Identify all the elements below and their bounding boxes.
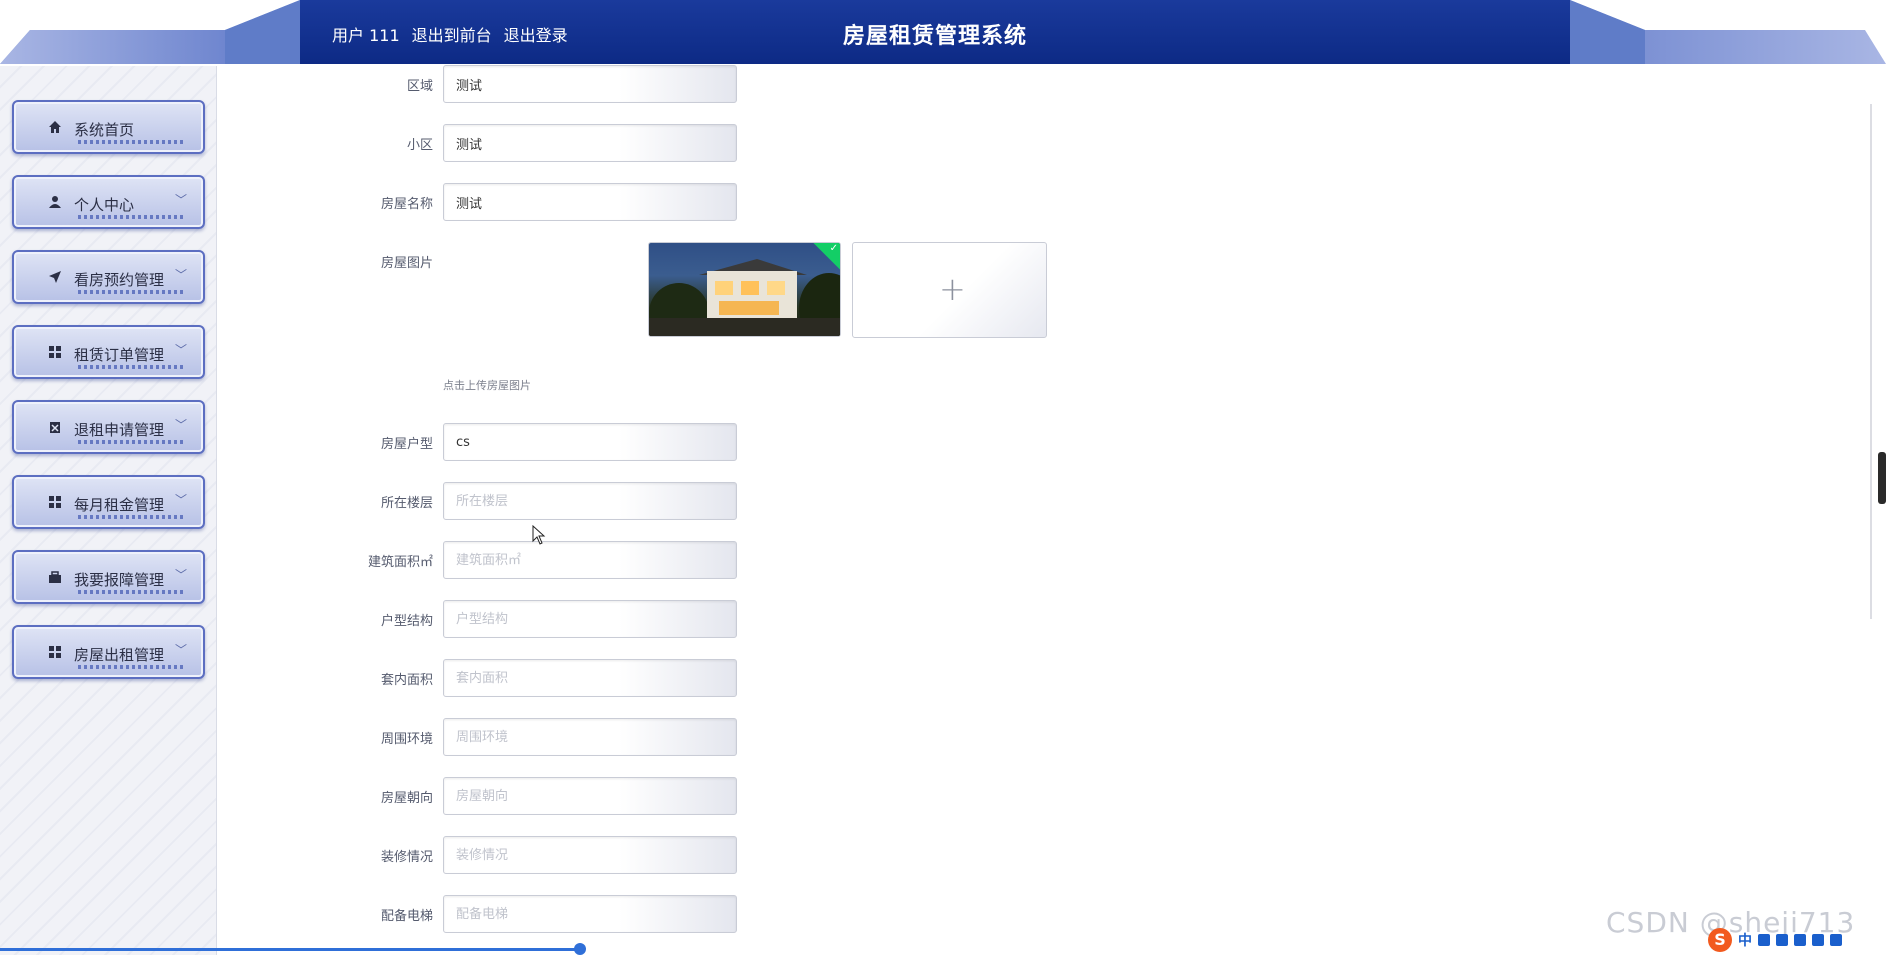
orientation-label: 房屋朝向 <box>380 791 433 806</box>
menu-decoration <box>78 215 186 219</box>
back-to-front-link[interactable]: 退出到前台 <box>412 22 492 46</box>
ime-skin-icon[interactable] <box>1812 934 1824 946</box>
inner-area-input[interactable] <box>443 659 737 697</box>
scrollbar-thumb[interactable] <box>1878 452 1886 504</box>
chevron-down-icon: ﹀ <box>174 268 187 282</box>
photo-window <box>715 281 733 295</box>
sidebar-item-personal-center[interactable]: 个人中心 ﹀ <box>12 175 205 229</box>
grid-icon <box>47 494 63 510</box>
page-progress-bar <box>0 948 580 951</box>
ime-menu-icon[interactable] <box>1830 934 1842 946</box>
header-right-wing <box>1570 0 1886 64</box>
structure-input[interactable] <box>443 600 737 638</box>
environment-label: 周围环境 <box>380 732 433 747</box>
grid-icon <box>47 344 63 360</box>
home-icon <box>47 119 63 135</box>
logout-link[interactable]: 退出登录 <box>504 22 568 46</box>
community-label: 小区 <box>406 138 433 153</box>
sidebar-item-label: 退租申请管理 <box>74 421 165 439</box>
inner-area-label: 套内面积 <box>380 673 433 688</box>
menu-decoration <box>78 440 186 444</box>
ime-language[interactable]: 中 <box>1738 930 1752 950</box>
sidebar-item-repair-reports[interactable]: 我要报障管理 ﹀ <box>12 550 205 604</box>
chevron-down-icon: ﹀ <box>174 343 187 357</box>
environment-input[interactable] <box>443 718 737 756</box>
sidebar-item-rental-orders[interactable]: 租赁订单管理 ﹀ <box>12 325 205 379</box>
chevron-down-icon: ﹀ <box>174 568 187 582</box>
header-user-links: 用户 111 退出到前台 退出登录 <box>332 22 568 46</box>
floor-input[interactable] <box>443 482 737 520</box>
sidebar-item-house-rentals[interactable]: 房屋出租管理 ﹀ <box>12 625 205 679</box>
elevator-input[interactable] <box>443 895 737 933</box>
sidebar-item-checkout-requests[interactable]: 退租申请管理 ﹀ <box>12 400 205 454</box>
sidebar-item-home[interactable]: 系统首页 <box>12 100 205 154</box>
upload-hint: 点击上传房屋图片 <box>443 379 531 392</box>
sidebar-item-label: 我要报障管理 <box>74 571 165 589</box>
chevron-down-icon: ﹀ <box>174 418 187 432</box>
orientation-input[interactable] <box>443 777 737 815</box>
sidebar-item-label: 租赁订单管理 <box>74 346 165 364</box>
sidebar-item-label: 看房预约管理 <box>74 271 165 289</box>
check-icon: ✓ <box>829 243 838 254</box>
decoration-label: 装修情况 <box>380 850 433 865</box>
photo-ground <box>649 318 840 336</box>
plus-icon: + <box>939 270 966 308</box>
top-header: 用户 111 退出到前台 退出登录 房屋租赁管理系统 <box>0 0 1886 66</box>
send-icon <box>47 269 63 285</box>
building-area-input[interactable] <box>443 541 737 579</box>
sidebar-item-viewing-appointments[interactable]: 看房预约管理 ﹀ <box>12 250 205 304</box>
photo-window <box>741 281 759 295</box>
structure-label: 户型结构 <box>380 614 433 629</box>
house-photo-thumbnail[interactable]: ✓ <box>648 242 841 337</box>
user-label: 用户 111 <box>332 26 400 45</box>
sidebar-item-label: 每月租金管理 <box>74 496 165 514</box>
ime-keyboard-icon[interactable] <box>1794 934 1806 946</box>
progress-handle[interactable] <box>574 943 586 955</box>
sogou-logo[interactable]: S <box>1708 928 1732 952</box>
community-input[interactable] <box>443 124 737 162</box>
menu-decoration <box>78 590 186 594</box>
sidebar-item-label: 系统首页 <box>74 121 135 139</box>
image-upload-button[interactable]: + <box>852 242 1047 338</box>
grid-icon <box>47 644 63 660</box>
house-type-label: 房屋户型 <box>380 437 433 452</box>
ime-mic-icon[interactable] <box>1776 934 1788 946</box>
decoration-input[interactable] <box>443 836 737 874</box>
chevron-down-icon: ﹀ <box>174 643 187 657</box>
scrollbar-track[interactable] <box>1870 104 1872 619</box>
sidebar-item-monthly-rent[interactable]: 每月租金管理 ﹀ <box>12 475 205 529</box>
menu-decoration <box>78 665 186 669</box>
sidebar: 系统首页 个人中心 ﹀ 看房预约管理 ﹀ 租赁订单管理 ﹀ 退租申请管理 ﹀ 每… <box>0 66 217 955</box>
sidebar-item-label: 房屋出租管理 <box>74 646 165 664</box>
building-area-label: 建筑面积㎡ <box>367 555 433 570</box>
app-window: 用户 111 退出到前台 退出登录 房屋租赁管理系统 系统首页 个人中心 ﹀ 看… <box>0 0 1886 955</box>
photo-window <box>719 301 779 315</box>
house-name-input[interactable] <box>443 183 737 221</box>
sidebar-item-label: 个人中心 <box>74 196 135 214</box>
menu-decoration <box>78 140 186 144</box>
user-icon <box>47 194 63 210</box>
photo-window <box>767 281 785 295</box>
ime-punct-icon[interactable] <box>1758 934 1770 946</box>
floor-label: 所在楼层 <box>380 496 433 511</box>
menu-decoration <box>78 365 186 369</box>
house-type-input[interactable] <box>443 423 737 461</box>
delete-box-icon <box>47 419 63 435</box>
app-title: 房屋租赁管理系统 <box>842 24 1027 49</box>
region-label: 区域 <box>406 79 433 94</box>
region-input[interactable] <box>443 65 737 103</box>
house-name-label: 房屋名称 <box>380 197 433 212</box>
elevator-label: 配备电梯 <box>380 909 433 924</box>
menu-decoration <box>78 515 186 519</box>
mouse-cursor-icon <box>532 525 546 545</box>
toolbox-icon <box>47 569 63 585</box>
menu-decoration <box>78 290 186 294</box>
chevron-down-icon: ﹀ <box>174 193 187 207</box>
header-left-wing <box>0 0 300 64</box>
house-image-label: 房屋图片 <box>380 256 433 271</box>
ime-toolbar: S 中 <box>1708 928 1842 952</box>
chevron-down-icon: ﹀ <box>174 493 187 507</box>
